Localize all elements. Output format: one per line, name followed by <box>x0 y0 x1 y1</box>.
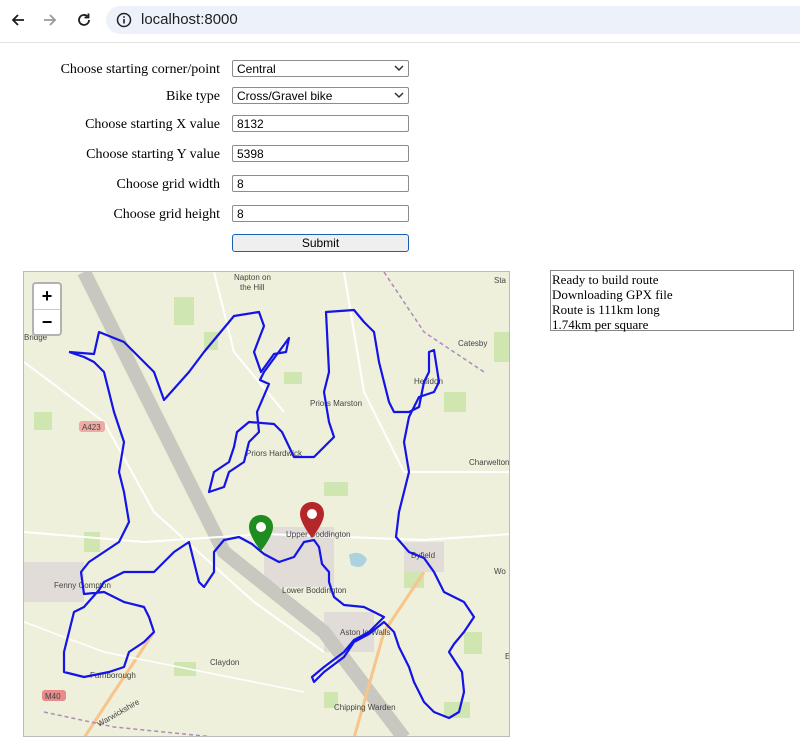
grid-height-input[interactable]: 8 <box>232 205 409 222</box>
status-line: Ready to build route <box>552 272 659 287</box>
place-wo: Wo <box>494 567 506 576</box>
start-point-value: Central <box>237 62 276 76</box>
place-napton: Napton on <box>234 273 271 282</box>
start-marker-icon[interactable] <box>248 514 274 552</box>
place-napton-2: the Hill <box>240 283 265 292</box>
map-canvas: A423 M40 Napton on the Hill Bridge Prior… <box>24 272 510 736</box>
start-x-label: Choose starting X value <box>85 117 220 132</box>
place-sta: Sta <box>494 276 507 285</box>
arrow-right-icon[interactable] <box>38 8 62 32</box>
place-priors-marston: Priors Marston <box>310 399 362 408</box>
address-bar[interactable]: localhost:8000 <box>106 6 800 34</box>
place-e: E <box>505 652 510 661</box>
place-catesby: Catesby <box>458 339 487 348</box>
route-map[interactable]: A423 M40 Napton on the Hill Bridge Prior… <box>23 271 510 737</box>
start-point-select[interactable]: Central <box>232 60 409 77</box>
start-point-label: Choose starting corner/point <box>60 62 220 77</box>
grid-height-label: Choose grid height <box>113 207 220 222</box>
url-text: localhost:8000 <box>141 11 238 28</box>
zoom-out-button[interactable]: − <box>34 310 60 335</box>
bike-type-row: Bike type Cross/Gravel bike <box>0 87 800 107</box>
end-marker-icon[interactable] <box>299 501 325 539</box>
place-charwelton: Charwelton <box>469 458 509 467</box>
reload-icon[interactable] <box>72 8 96 32</box>
bike-type-label: Bike type <box>165 89 220 104</box>
grid-width-label: Choose grid width <box>116 177 220 192</box>
status-line: 1.74km per square <box>552 317 649 332</box>
status-panel: Ready to build route Downloading GPX fil… <box>550 270 794 332</box>
place-lower-boddington: Lower Boddington <box>282 586 347 595</box>
bike-type-value: Cross/Gravel bike <box>237 89 333 103</box>
place-chipping-warden: Chipping Warden <box>334 703 396 712</box>
place-claydon: Claydon <box>210 658 239 667</box>
start-y-input[interactable]: 5398 <box>232 145 409 162</box>
start-x-input[interactable]: 8132 <box>232 115 409 132</box>
chevron-down-icon <box>394 65 404 72</box>
a423-label: A423 <box>82 423 101 432</box>
zoom-control: + − <box>32 282 62 336</box>
zoom-in-button[interactable]: + <box>34 284 60 310</box>
browser-toolbar: localhost:8000 <box>0 0 800 43</box>
grid-width-input[interactable]: 8 <box>232 175 409 192</box>
grid-width-row: Choose grid width 8 <box>0 175 800 195</box>
status-line: Downloading GPX file <box>552 287 673 302</box>
grid-height-row: Choose grid height 8 <box>0 205 800 225</box>
start-point-row: Choose starting corner/point Central <box>0 60 800 80</box>
start-y-label: Choose starting Y value <box>86 147 220 162</box>
start-y-row: Choose starting Y value 5398 <box>0 145 800 165</box>
submit-button[interactable]: Submit <box>232 234 409 252</box>
chevron-down-icon <box>394 92 404 99</box>
status-line: Route is 111km long <box>552 302 660 317</box>
start-x-row: Choose starting X value 8132 <box>0 115 800 135</box>
bike-type-select[interactable]: Cross/Gravel bike <box>232 87 409 104</box>
m40-label: M40 <box>45 692 61 701</box>
arrow-left-icon[interactable] <box>6 8 30 32</box>
info-icon[interactable] <box>116 12 132 33</box>
